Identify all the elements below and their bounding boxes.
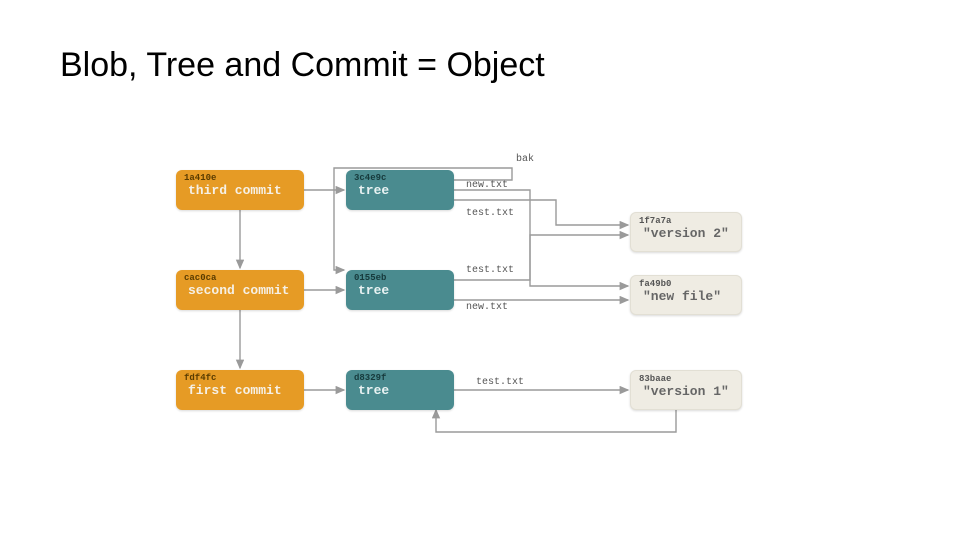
commit-first: fdf4fc first commit <box>176 370 304 410</box>
tree-bottom: d8329f tree <box>346 370 454 410</box>
edge-label-testtxt: test.txt <box>466 208 514 219</box>
commit-second: cac0ca second commit <box>176 270 304 310</box>
blob-hash: 1f7a7a <box>631 213 741 226</box>
slide-title: Blob, Tree and Commit = Object <box>60 46 545 85</box>
tree-middle: 0155eb tree <box>346 270 454 310</box>
tree-hash: 0155eb <box>346 270 454 283</box>
edge-label-testtxt: test.txt <box>466 265 514 276</box>
commit-hash: 1a410e <box>176 170 304 183</box>
edge-label-testtxt: test.txt <box>476 377 524 388</box>
blob-hash: 83baae <box>631 371 741 384</box>
blob-version1: 83baae "version 1" <box>630 370 742 410</box>
commit-label: third commit <box>176 183 304 204</box>
edge-label-bak: bak <box>516 154 534 165</box>
tree-top: 3c4e9c tree <box>346 170 454 210</box>
commit-hash: cac0ca <box>176 270 304 283</box>
tree-label: tree <box>346 183 454 204</box>
blob-label: "version 2" <box>631 226 741 247</box>
tree-label: tree <box>346 383 454 404</box>
edge-label-newtxt: new.txt <box>466 302 508 313</box>
blob-hash: fa49b0 <box>631 276 741 289</box>
blob-label: "version 1" <box>631 384 741 405</box>
blob-newfile: fa49b0 "new file" <box>630 275 742 315</box>
blob-label: "new file" <box>631 289 741 310</box>
tree-hash: d8329f <box>346 370 454 383</box>
commit-third: 1a410e third commit <box>176 170 304 210</box>
commit-label: first commit <box>176 383 304 404</box>
commit-label: second commit <box>176 283 304 304</box>
blob-version2: 1f7a7a "version 2" <box>630 212 742 252</box>
edge-label-newtxt: new.txt <box>466 180 508 191</box>
tree-label: tree <box>346 283 454 304</box>
commit-hash: fdf4fc <box>176 370 304 383</box>
git-object-diagram: 1a410e third commit cac0ca second commit… <box>176 140 786 500</box>
tree-hash: 3c4e9c <box>346 170 454 183</box>
